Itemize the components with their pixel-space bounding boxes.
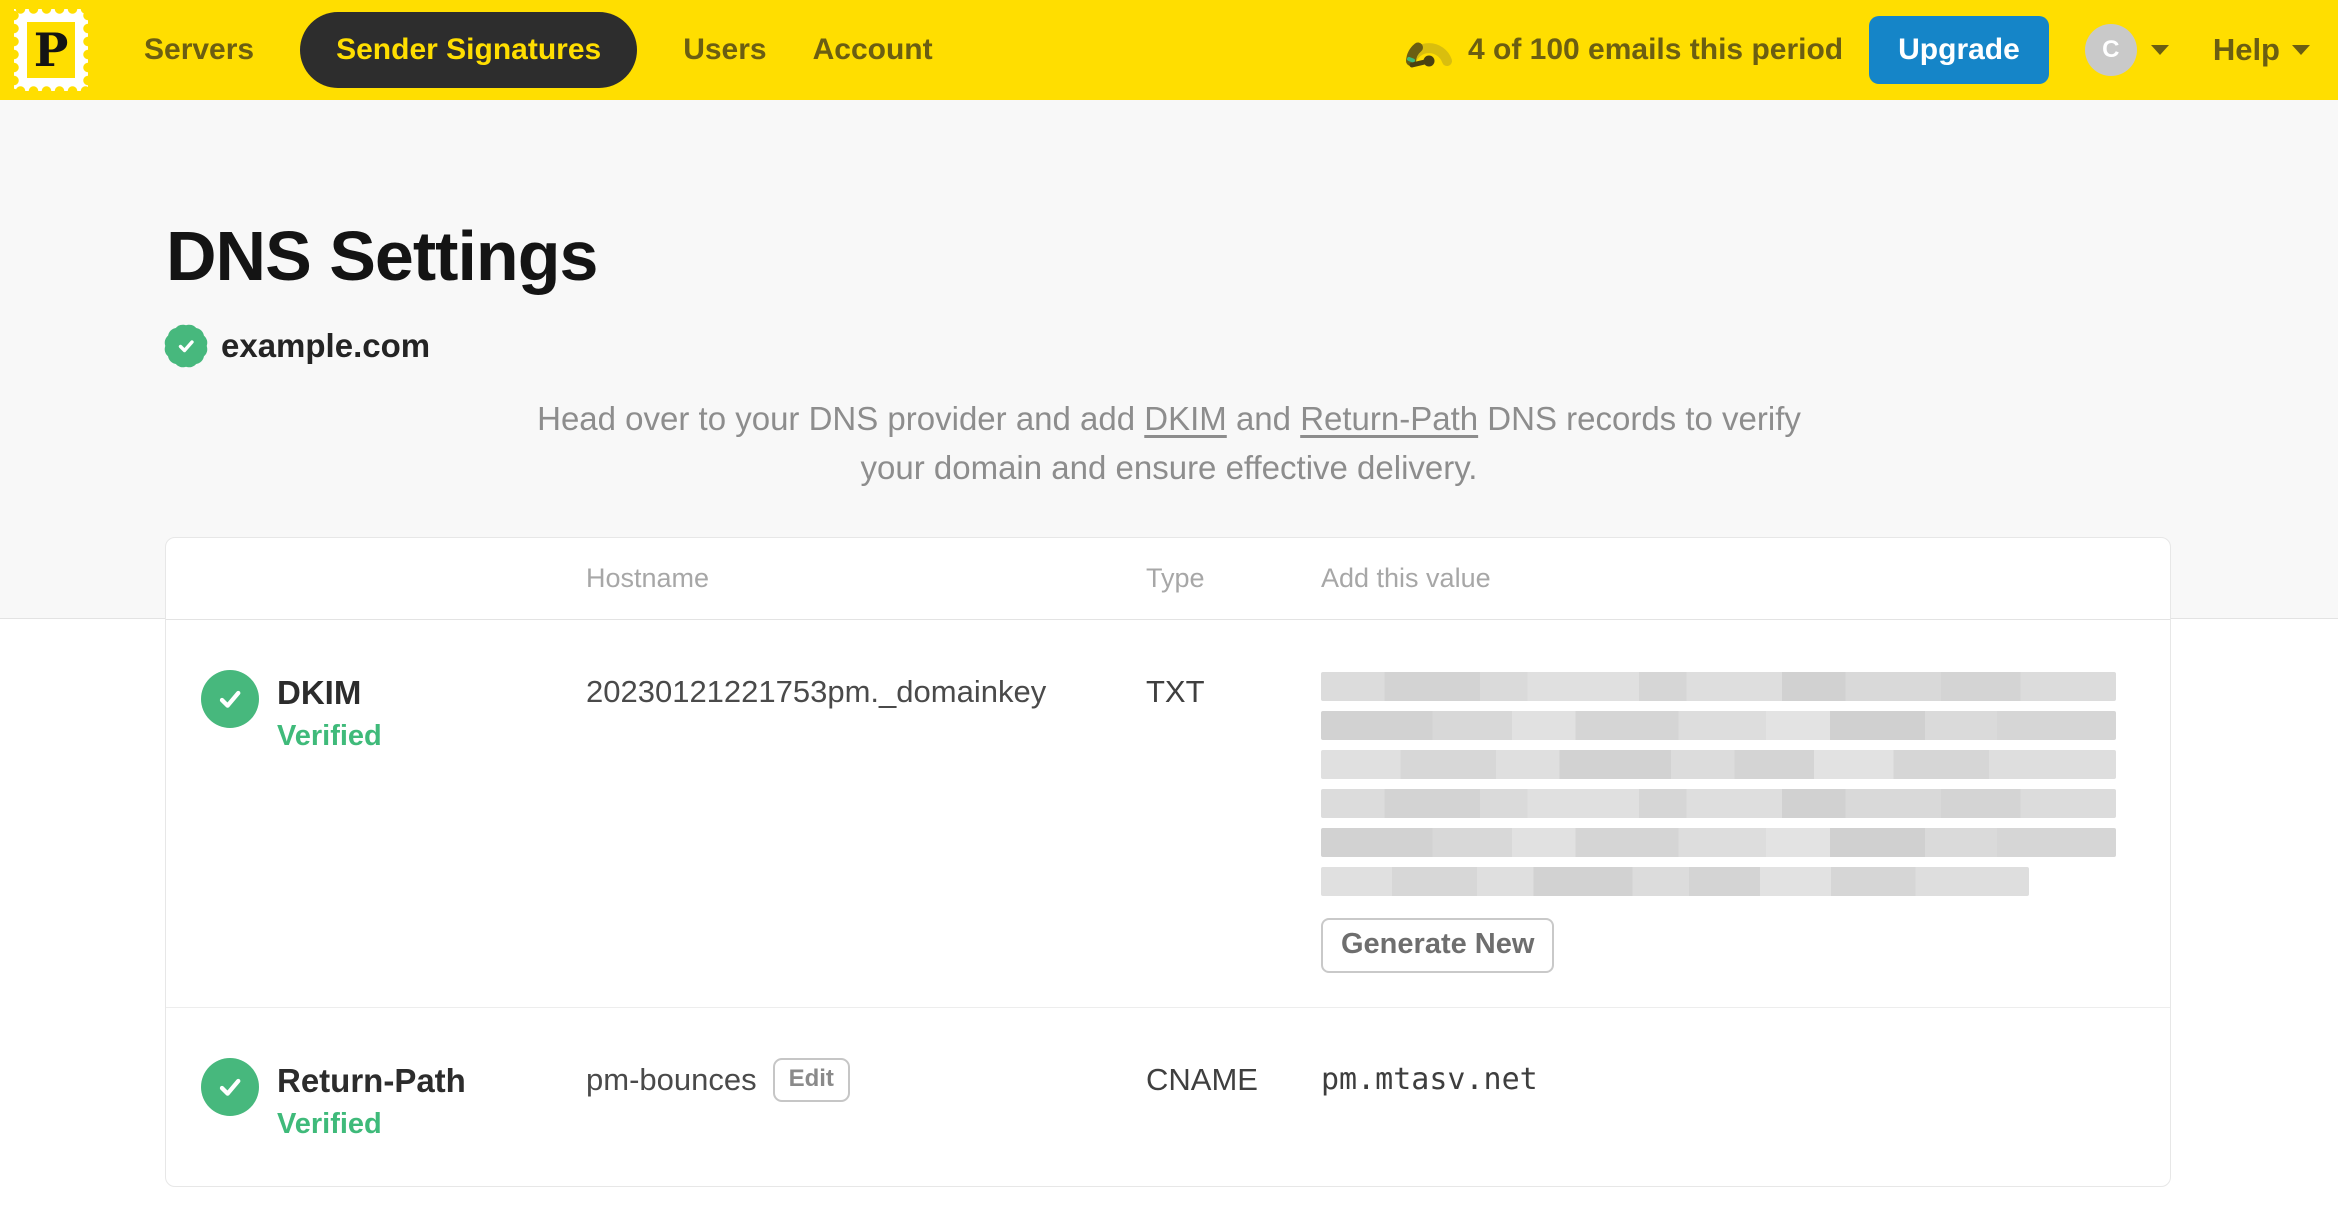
record-name: Return-Path (277, 1062, 466, 1099)
nav-item-account[interactable]: Account (813, 33, 933, 67)
nav-items: Servers Sender Signatures Users Account (144, 12, 933, 88)
generate-new-button[interactable]: Generate New (1321, 918, 1555, 973)
verified-seal-icon (161, 321, 211, 371)
redacted-line (1321, 711, 2116, 740)
postmark-logo[interactable]: P (14, 9, 88, 91)
avatar[interactable]: C (2084, 24, 2137, 76)
dkim-link[interactable]: DKIM (1144, 400, 1227, 437)
domain-name: example.com (221, 327, 431, 364)
upgrade-button[interactable]: Upgrade (1869, 16, 2049, 84)
nav-item-servers[interactable]: Servers (144, 33, 254, 67)
header-hostname: Hostname (586, 563, 710, 593)
domain-row: example.com (161, 321, 2338, 371)
record-status: Verified (277, 1108, 382, 1140)
record-hostname: pm-bounces (586, 1062, 757, 1097)
nav-item-sender-signatures[interactable]: Sender Signatures (300, 12, 638, 88)
usage-text: 4 of 100 emails this period (1467, 33, 1844, 66)
redacted-line (1321, 867, 2029, 896)
redacted-line (1321, 750, 2116, 779)
record-name: DKIM (277, 674, 362, 711)
record-type: CNAME (1146, 1062, 1258, 1097)
record-type: TXT (1146, 674, 1205, 709)
table-row-dkim: DKIM Verified 20230121221753pm._domainke… (166, 620, 2170, 1007)
table-row-return-path: Return-Path Verified pm-bounces Edit CNAM… (166, 1007, 2170, 1185)
table-header-row: Hostname Type Add this value (166, 538, 2170, 620)
top-navbar: P Servers Sender Signatures Users Accoun… (0, 0, 2338, 100)
nav-item-users[interactable]: Users (683, 33, 766, 67)
dns-records-card: Hostname Type Add this value DKIM Verifi… (165, 537, 2171, 1187)
intro-part1: Head over to your DNS provider and add (537, 400, 1145, 437)
verified-check-icon (201, 670, 259, 728)
account-menu[interactable]: C (2084, 24, 2169, 76)
main-content: DNS Settings example.com Head over to yo… (0, 100, 2338, 492)
record-status: Verified (277, 720, 382, 752)
redacted-value (1321, 672, 2116, 896)
record-hostname: 20230121221753pm._domainkey (586, 674, 1047, 709)
help-label: Help (2212, 32, 2280, 67)
help-menu[interactable]: Help (2213, 32, 2310, 68)
redacted-line (1321, 672, 2116, 701)
postmark-logo-letter: P (27, 22, 75, 78)
page: P Servers Sender Signatures Users Accoun… (0, 0, 2338, 1222)
usage-meter: 4 of 100 emails this period (1402, 28, 1843, 72)
intro-part2: and (1226, 400, 1301, 437)
record-value: pm.mtasv.net (1321, 1062, 1538, 1097)
chevron-down-icon (2150, 45, 2169, 55)
intro-text: Head over to your DNS provider and add D… (529, 394, 1809, 492)
redacted-line (1321, 828, 2116, 857)
page-title: DNS Settings (166, 217, 598, 295)
gauge-icon (1405, 42, 1452, 68)
verified-check-icon (201, 1058, 259, 1116)
header-add-this-value: Add this value (1321, 563, 1491, 593)
edit-button[interactable]: Edit (772, 1058, 850, 1102)
chevron-down-icon (2292, 45, 2310, 55)
redacted-line (1321, 789, 2116, 818)
header-type: Type (1146, 563, 1205, 593)
return-path-link[interactable]: Return-Path (1300, 400, 1478, 437)
